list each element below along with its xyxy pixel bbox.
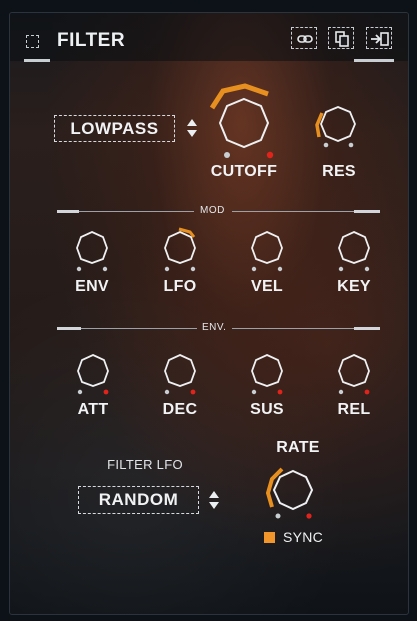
filter-type-value: LOWPASS bbox=[70, 118, 159, 138]
vel-mod-label: VEL bbox=[250, 278, 284, 295]
mod-divider-cap-left bbox=[57, 210, 79, 213]
link-icon bbox=[297, 35, 313, 43]
filter-panel: FILTER LOWPASS CUTOFF RES MOD ENV LFO VE… bbox=[9, 12, 409, 615]
sync-checkbox[interactable] bbox=[264, 532, 275, 543]
env-mod-label: ENV bbox=[75, 278, 109, 295]
enable-checkbox[interactable] bbox=[26, 35, 39, 48]
mod-divider-right bbox=[232, 211, 354, 212]
lfo-mod-knob[interactable] bbox=[157, 227, 203, 273]
env-divider-right bbox=[232, 328, 354, 329]
key-mod-knob[interactable] bbox=[331, 227, 377, 273]
res-knob[interactable] bbox=[313, 101, 363, 151]
key-mod-label: KEY bbox=[337, 278, 371, 295]
up-down-arrows-icon bbox=[187, 119, 197, 137]
mod-section-label: MOD bbox=[200, 205, 225, 216]
att-label: ATT bbox=[77, 401, 109, 418]
filter-type-stepper[interactable] bbox=[186, 117, 198, 144]
sus-label: SUS bbox=[250, 401, 284, 418]
lfo-shape-select[interactable]: RANDOM bbox=[78, 486, 199, 514]
up-down-arrows-icon bbox=[209, 491, 219, 509]
lfo-shape-value: RANDOM bbox=[98, 490, 179, 509]
env-mod-knob[interactable] bbox=[69, 227, 115, 273]
link-button[interactable] bbox=[291, 27, 317, 49]
rate-label: RATE bbox=[276, 439, 320, 456]
rate-knob[interactable] bbox=[264, 463, 322, 521]
att-knob[interactable] bbox=[70, 350, 116, 396]
filter-lfo-label: FILTER LFO bbox=[107, 457, 183, 472]
lfo-shape-stepper[interactable] bbox=[208, 489, 220, 516]
cutoff-knob[interactable] bbox=[207, 83, 287, 163]
filter-type-select[interactable]: LOWPASS bbox=[54, 115, 175, 142]
cutoff-label: CUTOFF bbox=[210, 163, 278, 180]
mod-divider-left bbox=[79, 211, 194, 212]
env-divider-cap-left bbox=[57, 327, 81, 330]
import-button[interactable] bbox=[366, 27, 392, 49]
copy-button[interactable] bbox=[328, 27, 354, 49]
env-divider-left bbox=[81, 328, 197, 329]
rel-knob[interactable] bbox=[331, 350, 377, 396]
dec-knob[interactable] bbox=[157, 350, 203, 396]
lfo-mod-label: LFO bbox=[163, 278, 197, 295]
header-accent-left bbox=[24, 59, 50, 62]
dec-label: DEC bbox=[162, 401, 198, 418]
mod-divider-cap-right bbox=[354, 210, 380, 213]
panel-title: FILTER bbox=[57, 30, 126, 51]
sus-knob[interactable] bbox=[244, 350, 290, 396]
rel-label: REL bbox=[337, 401, 371, 418]
header-accent-right bbox=[354, 59, 394, 62]
copy-icon bbox=[335, 31, 349, 47]
vel-mod-knob[interactable] bbox=[244, 227, 290, 273]
import-icon bbox=[371, 32, 389, 46]
env-section-label: ENV. bbox=[202, 322, 227, 333]
res-label: RES bbox=[322, 163, 356, 180]
sync-label: SYNC bbox=[283, 529, 324, 545]
env-divider-cap-right bbox=[354, 327, 380, 330]
